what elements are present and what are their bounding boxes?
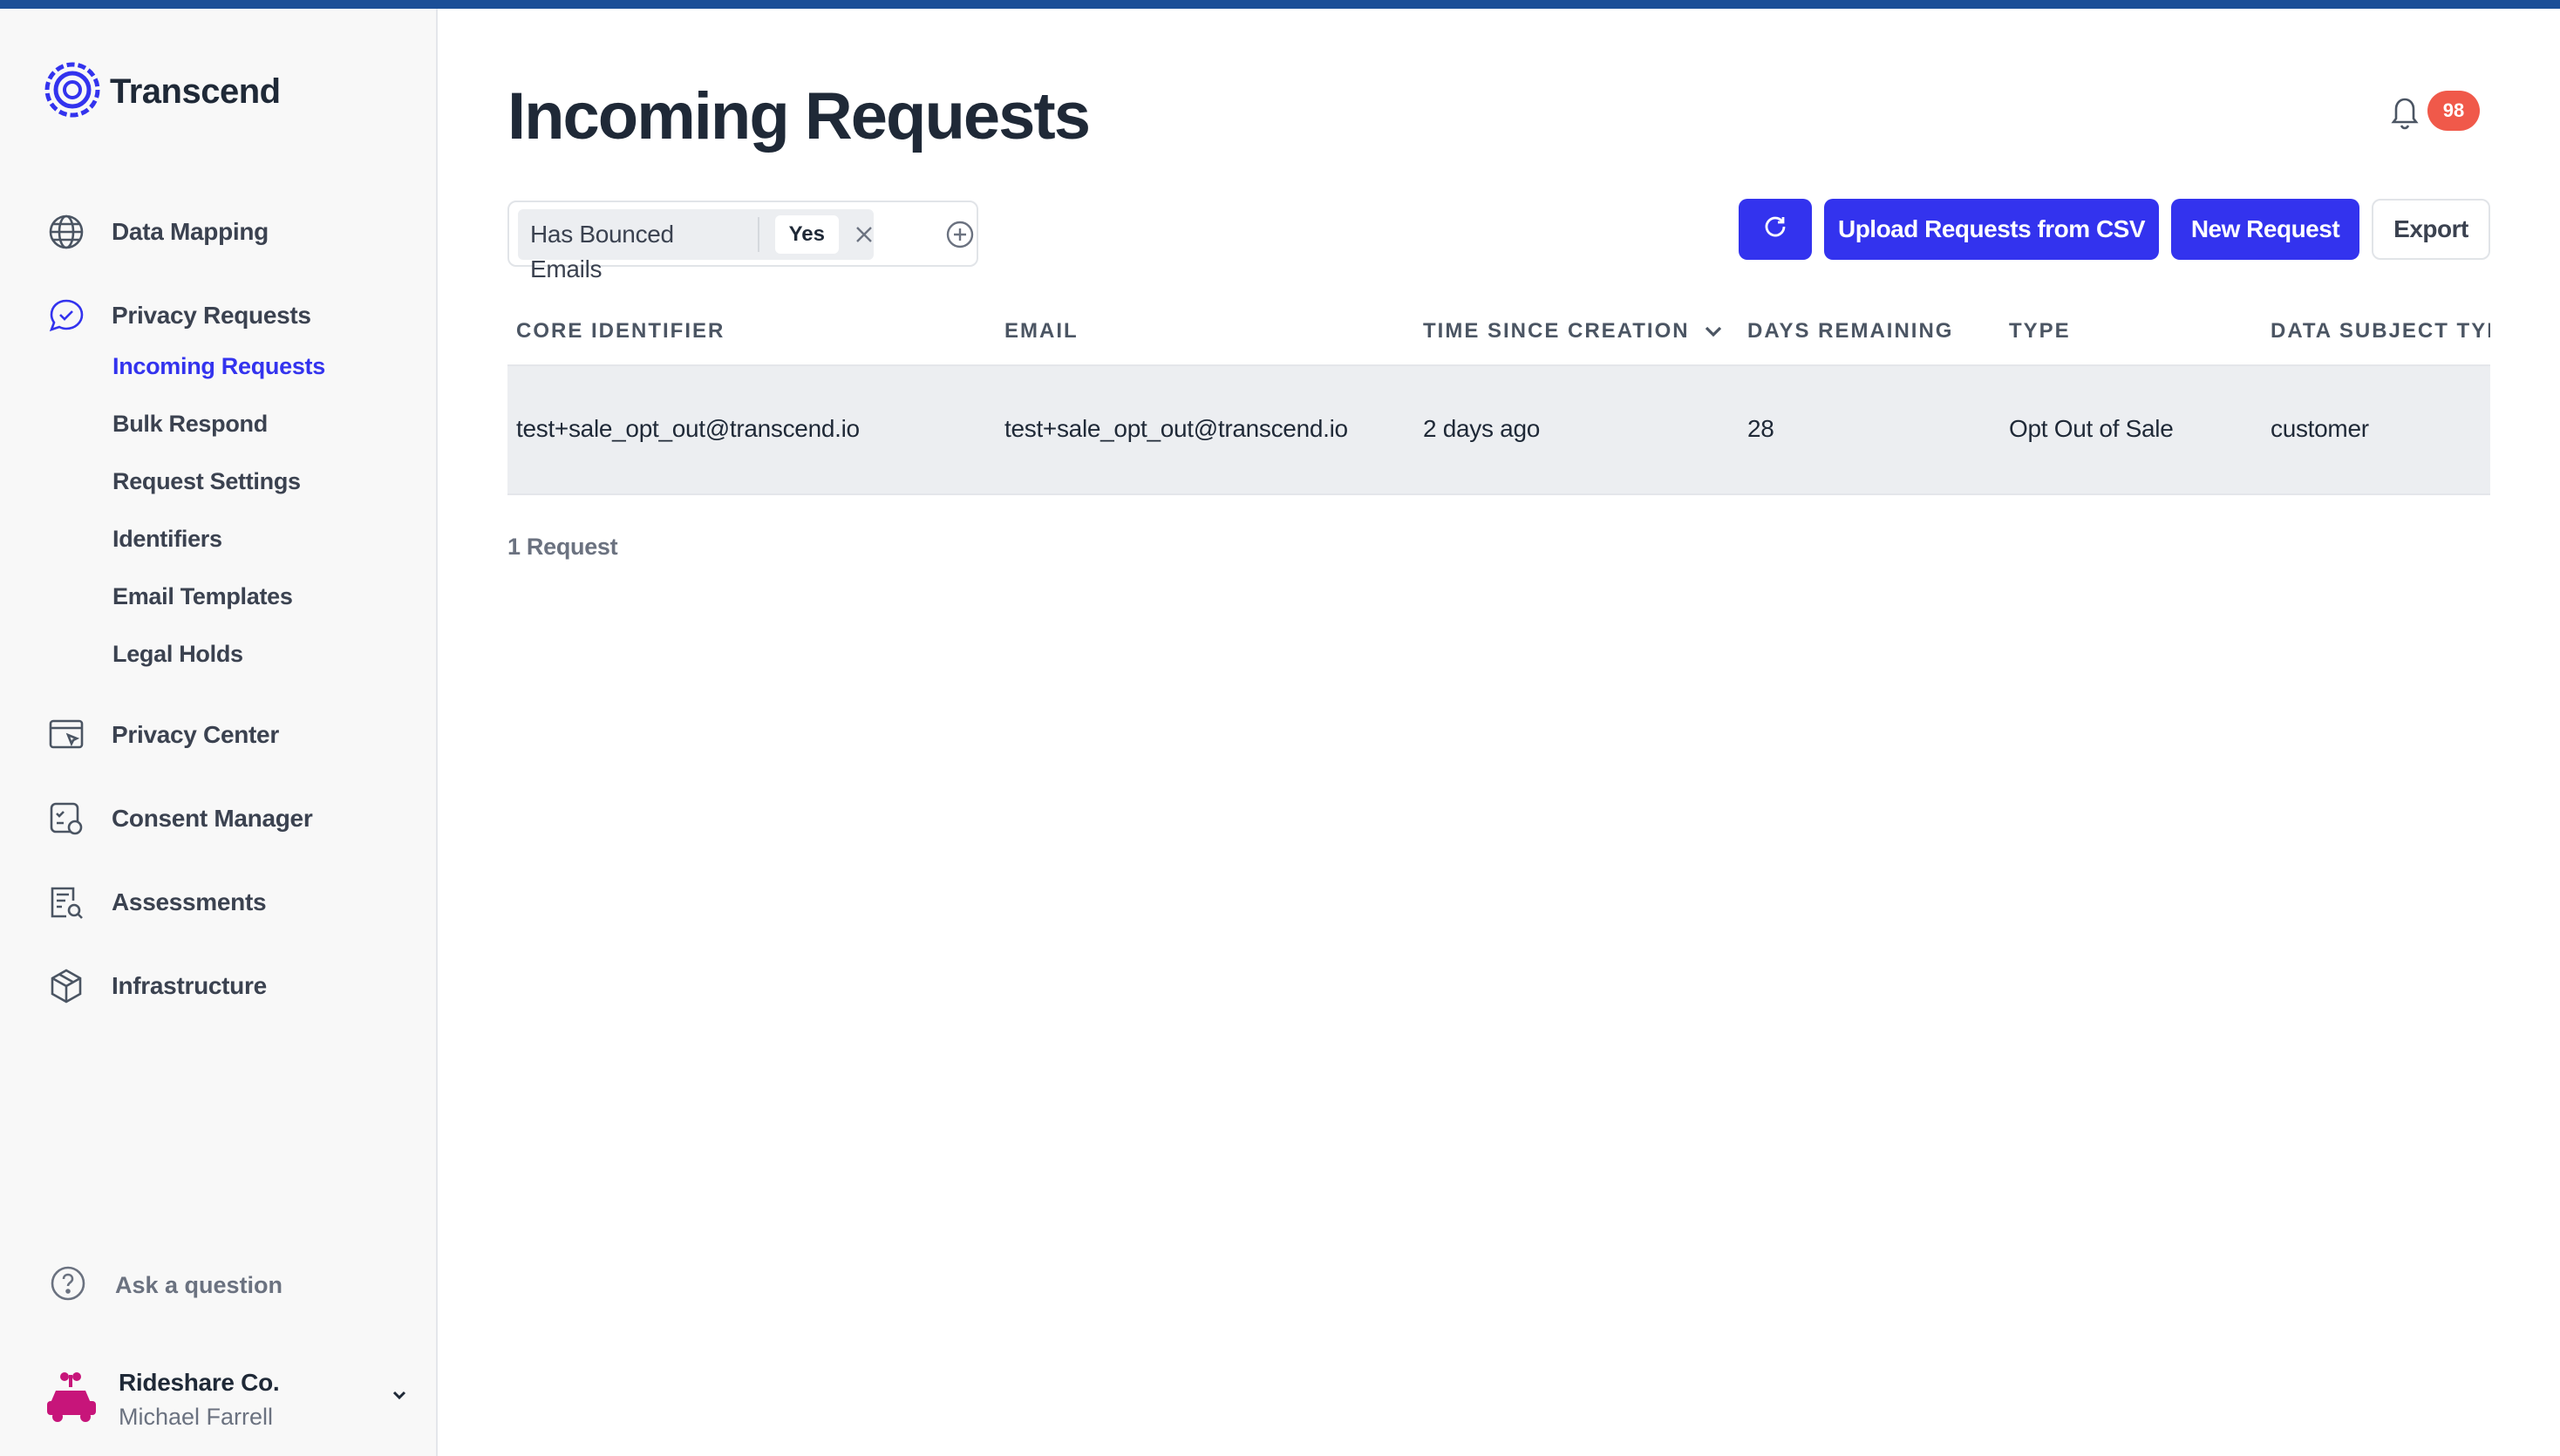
refresh-icon	[1762, 214, 1788, 246]
chevron-down-icon[interactable]	[389, 1385, 410, 1410]
account-user-name: Michael Farrell	[119, 1403, 274, 1430]
sidebar-item-assessments[interactable]: Assessments	[45, 876, 267, 929]
column-header-label: TIME SINCE CREATION	[1423, 319, 1690, 343]
column-header-time-since-creation[interactable]: TIME SINCE CREATION	[1423, 319, 1725, 344]
car-gift-icon	[44, 1370, 99, 1430]
column-header-days-remaining[interactable]: DAYS REMAINING	[1747, 319, 1953, 344]
sidebar-item-label: Infrastructure	[112, 972, 267, 999]
upload-csv-button[interactable]: Upload Requests from CSV	[1824, 199, 2159, 260]
filter-chip: Has Bounced Emails Yes	[518, 209, 874, 282]
sidebar: Transcend Data Mapping Privacy Requests …	[0, 9, 438, 1456]
column-header-email[interactable]: EMAIL	[1004, 319, 1079, 344]
sidebar-subitem-email-templates[interactable]: Email Templates	[112, 583, 293, 610]
page-title: Incoming Requests	[507, 79, 1091, 153]
column-header-core-identifier[interactable]: CORE IDENTIFIER	[516, 319, 725, 344]
sidebar-item-consent-manager[interactable]: Consent Manager	[45, 793, 313, 845]
sidebar-subitem-bulk-respond[interactable]: Bulk Respond	[112, 411, 268, 438]
sidebar-item-privacy-center[interactable]: Privacy Center	[45, 709, 279, 761]
cell-time-since-creation: 2 days ago	[1423, 415, 1540, 442]
cell-core-identifier: test+sale_opt_out@transcend.io	[516, 415, 860, 442]
logo-text: Transcend	[110, 72, 281, 111]
bell-icon[interactable]	[2387, 92, 2422, 135]
chevron-down-icon	[1702, 320, 1725, 343]
question-circle-icon	[49, 1264, 87, 1307]
sidebar-item-label: Privacy Center	[112, 721, 279, 748]
requests-table: CORE IDENTIFIER EMAIL TIME SINCE CREATIO…	[507, 296, 2490, 495]
sidebar-item-label: Data Mapping	[112, 218, 269, 245]
sidebar-item-label: Consent Manager	[112, 805, 313, 832]
transcend-logo-icon	[44, 61, 101, 123]
ask-question-label: Ask a question	[115, 1272, 283, 1298]
filter-field-label: Has Bounced Emails	[518, 217, 759, 282]
sidebar-item-infrastructure[interactable]: Infrastructure	[45, 960, 267, 1012]
sidebar-item-privacy-requests[interactable]: Privacy Requests	[45, 289, 311, 342]
ask-question-link[interactable]: Ask a question	[49, 1264, 283, 1307]
chat-check-icon	[45, 295, 87, 337]
document-search-icon	[45, 881, 87, 923]
top-accent-bar	[0, 0, 2560, 9]
close-icon[interactable]	[854, 225, 874, 244]
notification-count-badge[interactable]: 98	[2427, 91, 2480, 131]
refresh-button[interactable]	[1739, 199, 1812, 260]
sidebar-subitem-identifiers[interactable]: Identifiers	[112, 526, 222, 553]
table-header: CORE IDENTIFIER EMAIL TIME SINCE CREATIO…	[507, 296, 2490, 366]
globe-icon	[45, 211, 87, 253]
sidebar-subitem-legal-holds[interactable]: Legal Holds	[112, 641, 243, 668]
sidebar-subitem-incoming-requests[interactable]: Incoming Requests	[112, 353, 325, 380]
sidebar-item-label: Assessments	[112, 888, 267, 915]
cell-data-subject-type: customer	[2271, 415, 2369, 442]
new-request-button[interactable]: New Request	[2171, 199, 2359, 260]
cell-email: test+sale_opt_out@transcend.io	[1004, 415, 1348, 442]
table-row[interactable]: test+sale_opt_out@transcend.io test+sale…	[507, 366, 2490, 495]
account-org-name: Rideshare Co.	[119, 1368, 280, 1396]
browser-cursor-icon	[45, 714, 87, 756]
filter-bar[interactable]: Has Bounced Emails Yes	[507, 201, 978, 282]
consent-icon	[45, 798, 87, 840]
cell-type: Opt Out of Sale	[2009, 415, 2174, 442]
column-header-type[interactable]: TYPE	[2009, 319, 2071, 344]
plus-circle-icon[interactable]	[945, 220, 975, 254]
filter-value[interactable]: Yes	[774, 215, 839, 254]
main-content: Incoming Requests 98 Has Bounced Emails …	[438, 9, 2560, 1456]
sidebar-item-label: Privacy Requests	[112, 302, 311, 329]
column-header-data-subject-type[interactable]: DATA SUBJECT TYPE	[2271, 319, 2490, 344]
export-button[interactable]: Export	[2372, 199, 2490, 260]
logo[interactable]: Transcend	[44, 61, 281, 123]
sidebar-item-data-mapping[interactable]: Data Mapping	[45, 206, 269, 258]
account-switcher[interactable]: Rideshare Co. Michael Farrell	[44, 1360, 410, 1439]
request-count: 1 Request	[507, 534, 618, 560]
cube-icon	[45, 965, 87, 1007]
cell-days-remaining: 28	[1747, 415, 1774, 442]
sidebar-subitem-request-settings[interactable]: Request Settings	[112, 468, 301, 495]
